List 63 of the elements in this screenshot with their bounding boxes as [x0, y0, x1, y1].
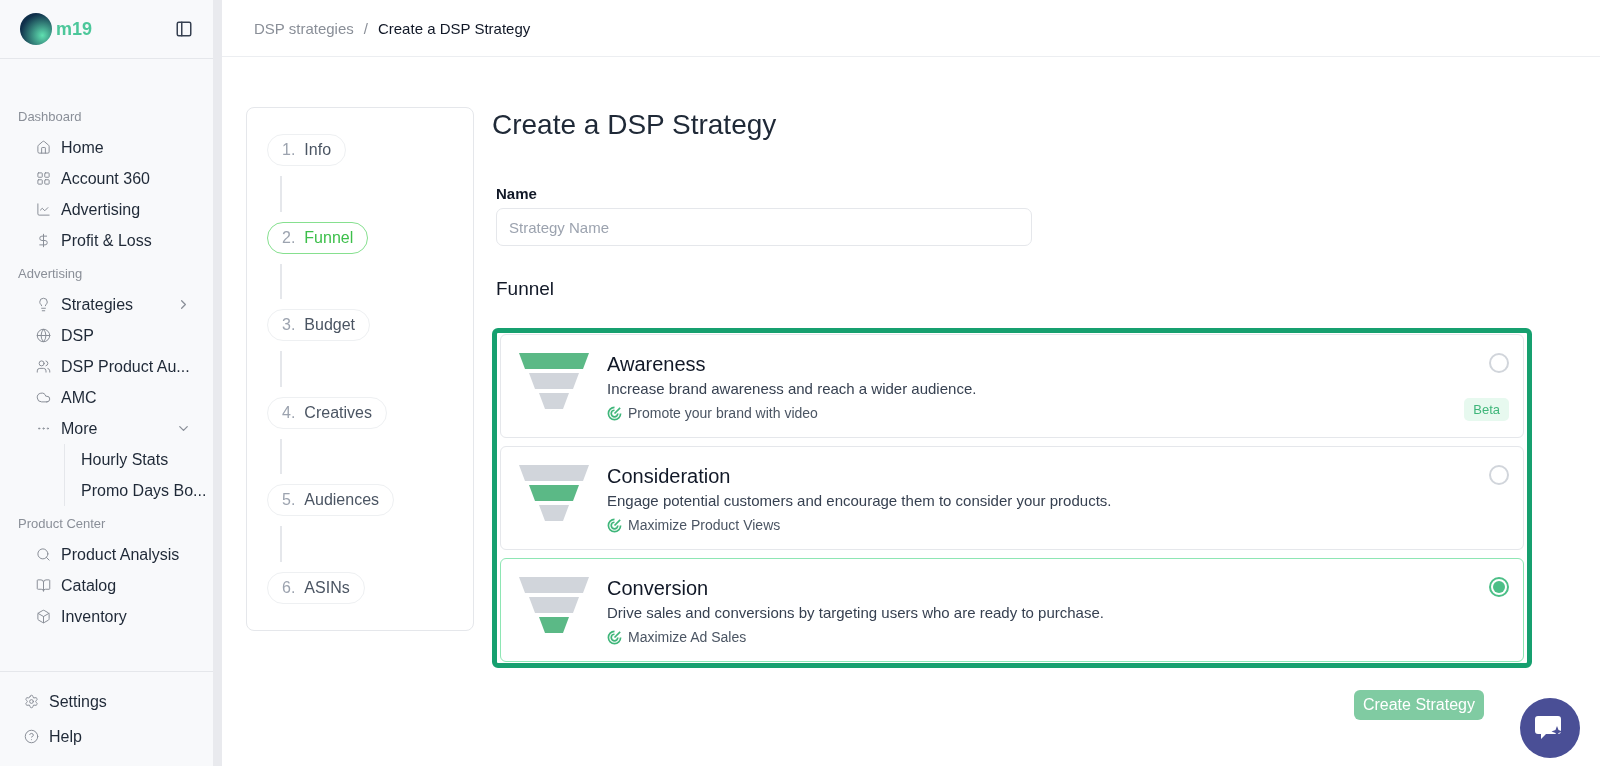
section-title: Dashboard	[18, 109, 83, 124]
option-description: Engage potential customers and encourage them to consider your products.	[607, 492, 1113, 509]
sidebar-toggle-icon[interactable]	[175, 20, 193, 38]
section-title: Product Center	[18, 516, 107, 531]
nav-icon	[36, 171, 51, 186]
logo-icon	[20, 13, 52, 45]
option-title: Awareness	[607, 353, 707, 376]
funnel-icon	[519, 577, 589, 635]
nav-item[interactable]: Home	[18, 132, 213, 163]
nav-item[interactable]: Inventory	[18, 601, 213, 632]
field-label: Name	[496, 185, 538, 202]
nav-item[interactable]: DSP	[18, 320, 213, 351]
nav-icon	[36, 233, 51, 248]
nav-icon	[24, 729, 39, 744]
funnel-icon	[519, 465, 589, 523]
chat-button[interactable]	[1520, 698, 1580, 758]
section-title: Advertising	[18, 266, 84, 281]
beta-badge: Beta	[1464, 398, 1509, 421]
option-title: Conversion	[607, 577, 710, 600]
nav-item[interactable]: Account 360	[18, 163, 213, 194]
target-arrow-icon	[607, 517, 622, 533]
nav-icon	[36, 202, 51, 217]
nav-item[interactable]: AMC	[18, 382, 213, 413]
name-input[interactable]: Strategy Name	[496, 208, 1032, 246]
nav-icon	[36, 328, 51, 343]
nav-icon	[24, 694, 39, 709]
funnel-option-card[interactable]: Conversion Drive sales and conversions by targeting users who are ready to purchase. Maximize Ad Sales	[500, 558, 1524, 662]
nav-icon	[36, 359, 51, 374]
nav-item[interactable]: Profit & Loss	[18, 225, 213, 256]
radio-button[interactable]	[1489, 353, 1509, 373]
breadcrumb-separator: /	[363, 19, 368, 37]
nav-icon	[36, 609, 51, 624]
option-title: Consideration	[607, 465, 732, 488]
option-description: Increase brand awareness and reach a wider audience.	[607, 380, 978, 397]
option-goal: Promote your brand with video	[628, 405, 818, 421]
nav-icon	[36, 297, 51, 312]
nav-icon	[36, 140, 51, 155]
nav-subitem[interactable]: Promo Days Bo...	[81, 475, 209, 506]
nav-icon	[36, 547, 51, 562]
nav-item[interactable]: Advertising	[18, 194, 213, 225]
nav-item[interactable]: Product Analysis	[18, 539, 213, 570]
brand-name: m19	[56, 18, 94, 40]
nav-item[interactable]: Catalog	[18, 570, 213, 601]
radio-button[interactable]	[1489, 465, 1509, 485]
funnel-icon	[519, 353, 589, 411]
funnel-option-card[interactable]: Consideration Engage potential customers and encourage them to consider your products. Maximize Product Views	[500, 446, 1524, 550]
nav-icon	[36, 390, 51, 405]
nav-item[interactable]: More	[18, 413, 213, 444]
target-arrow-icon	[607, 629, 622, 645]
radio-button[interactable]	[1489, 577, 1509, 597]
funnel-option-card[interactable]: Awareness Increase brand awareness and reach a wider audience. Promote your brand with video Beta	[500, 334, 1524, 438]
nav-item[interactable]: DSP Product Au...	[18, 351, 213, 382]
option-goal: Maximize Ad Sales	[628, 629, 747, 645]
option-goal: Maximize Product Views	[628, 517, 781, 533]
page-title: Create a DSP Strategy	[492, 109, 778, 141]
nav-subitem[interactable]: Hourly Stats	[81, 444, 209, 475]
nav-item[interactable]: Help	[24, 721, 213, 752]
option-description: Drive sales and conversions by targeting users who are ready to purchase.	[607, 604, 1105, 621]
nav-icon	[36, 578, 51, 593]
nav-item[interactable]: Strategies	[18, 289, 213, 320]
nav-item[interactable]: Settings	[24, 686, 213, 717]
section-label: Funnel	[496, 278, 556, 300]
target-arrow-icon	[607, 405, 622, 421]
